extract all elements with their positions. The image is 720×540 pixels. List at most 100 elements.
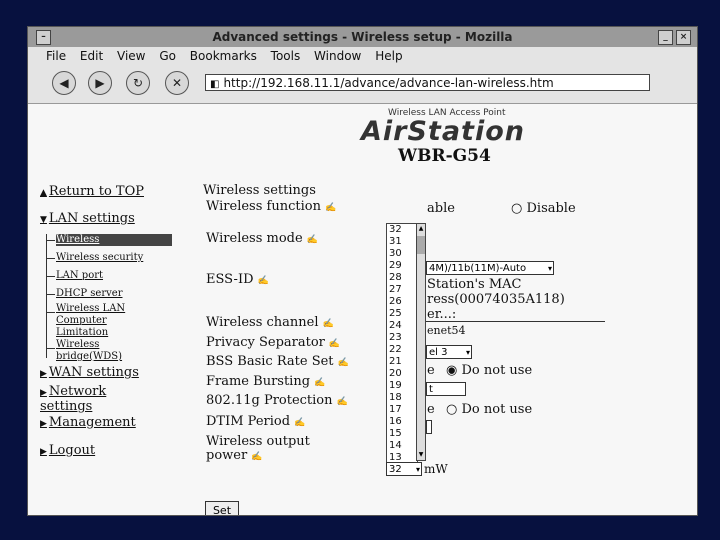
- nav-lan-settings-label: LAN settings: [48, 211, 135, 226]
- nav-network-settings-2[interactable]: settings: [40, 399, 92, 414]
- essid-option-line3: er...:: [427, 307, 457, 322]
- nav-lan-settings[interactable]: ▼ LAN settings: [40, 211, 135, 226]
- nav-wireless-lan[interactable]: Wireless LAN: [56, 303, 125, 315]
- protection-select[interactable]: [426, 420, 432, 434]
- radio-selected-icon[interactable]: ◉: [446, 363, 457, 378]
- back-arrow-icon: ◀: [59, 76, 69, 90]
- model-name: WBR-G54: [398, 146, 491, 166]
- menu-window[interactable]: Window: [314, 49, 361, 63]
- dropdown-option[interactable]: 25: [387, 308, 417, 320]
- scroll-thumb[interactable]: [417, 236, 425, 254]
- nav-management-label: Management: [48, 415, 136, 430]
- scroll-up-icon[interactable]: ▲: [417, 224, 425, 234]
- triangle-right-icon: ▶: [40, 388, 47, 398]
- help-icon[interactable]: ✍: [325, 203, 336, 213]
- help-icon[interactable]: ✍: [337, 397, 348, 407]
- set-button[interactable]: Set: [205, 501, 239, 515]
- nav-wireless-bridge[interactable]: Wireless: [56, 339, 99, 351]
- window-titlebar: – Advanced settings - Wireless setup - M…: [28, 27, 697, 48]
- menu-view[interactable]: View: [117, 49, 145, 63]
- close-window-button[interactable]: ×: [676, 30, 691, 45]
- frame-enable-option[interactable]: e: [427, 402, 435, 417]
- menu-bookmarks[interactable]: Bookmarks: [190, 49, 257, 63]
- help-icon[interactable]: ✍: [251, 452, 262, 462]
- essid-input[interactable]: enet54: [427, 324, 466, 337]
- forward-button[interactable]: ▶: [88, 71, 112, 95]
- dropdown-option[interactable]: 16: [387, 416, 417, 428]
- radio-button-icon[interactable]: ○: [446, 402, 457, 417]
- wireless-channel-select[interactable]: el 3 ▾: [426, 345, 472, 359]
- dropdown-option[interactable]: 28: [387, 272, 417, 284]
- nav-management[interactable]: ▶ Management: [40, 415, 136, 430]
- dropdown-option[interactable]: 21: [387, 356, 417, 368]
- menu-help[interactable]: Help: [375, 49, 402, 63]
- reload-icon: ↻: [132, 76, 144, 90]
- dropdown-option[interactable]: 20: [387, 368, 417, 380]
- help-icon[interactable]: ✍: [307, 235, 318, 245]
- wireless-function-enable-label: able: [427, 201, 455, 216]
- address-bar[interactable]: ◧ http://192.168.11.1/advance/advance-lan…: [205, 74, 650, 91]
- dropdown-option[interactable]: 17: [387, 404, 417, 416]
- nav-lan-port[interactable]: LAN port: [56, 270, 103, 282]
- dropdown-arrow-icon: ▾: [415, 465, 420, 474]
- menu-tools[interactable]: Tools: [271, 49, 301, 63]
- nav-network-settings[interactable]: ▶ Network: [40, 384, 106, 399]
- help-icon[interactable]: ✍: [338, 358, 349, 368]
- nav-logout[interactable]: ▶ Logout: [40, 443, 95, 458]
- privacy-enable-option[interactable]: e: [427, 363, 435, 378]
- dropdown-option[interactable]: 31: [387, 236, 417, 248]
- frame-do-not-use-option[interactable]: ○ Do not use: [446, 402, 532, 417]
- dropdown-option[interactable]: 27: [387, 284, 417, 296]
- nav-wan-settings-label: WAN settings: [48, 365, 139, 380]
- triangle-right-icon: ▶: [40, 447, 47, 457]
- menu-file[interactable]: File: [46, 49, 66, 63]
- window-menu-button[interactable]: –: [36, 30, 51, 45]
- scroll-down-icon[interactable]: ▼: [417, 450, 425, 460]
- output-power-dropdown-list[interactable]: 32 31 30 29 28 27 26 25 24 23 22 21 20 1…: [386, 223, 418, 463]
- dropdown-scrollbar[interactable]: ▲ ▼: [416, 223, 426, 461]
- help-icon[interactable]: ✍: [294, 418, 305, 428]
- reload-button[interactable]: ↻: [126, 71, 150, 95]
- help-icon[interactable]: ✍: [258, 276, 269, 286]
- dropdown-option[interactable]: 14: [387, 440, 417, 452]
- window-title: Advanced settings - Wireless setup - Moz…: [212, 30, 513, 44]
- help-icon[interactable]: ✍: [323, 319, 334, 329]
- help-icon[interactable]: ✍: [314, 378, 325, 388]
- dropdown-option[interactable]: 24: [387, 320, 417, 332]
- dropdown-arrow-icon: ▾: [547, 264, 552, 273]
- dropdown-option[interactable]: 23: [387, 332, 417, 344]
- essid-underline: [425, 321, 605, 322]
- dropdown-option[interactable]: 18: [387, 392, 417, 404]
- nav-wireless-security[interactable]: Wireless security: [56, 252, 143, 264]
- wireless-mode-select[interactable]: 4M)/11b(11M)-Auto ▾: [426, 261, 554, 275]
- output-power-select[interactable]: 32 ▾: [386, 462, 422, 476]
- minimize-button[interactable]: _: [658, 30, 673, 45]
- nav-wds[interactable]: bridge(WDS): [56, 351, 122, 363]
- dropdown-option[interactable]: 19: [387, 380, 417, 392]
- nav-logout-label: Logout: [48, 443, 96, 458]
- label-bss-basic-rate: BSS Basic Rate Set ✍: [206, 354, 349, 369]
- page-icon: ◧: [210, 79, 220, 90]
- dropdown-option[interactable]: 29: [387, 260, 417, 272]
- dropdown-option[interactable]: 30: [387, 248, 417, 260]
- menu-go[interactable]: Go: [159, 49, 176, 63]
- help-icon[interactable]: ✍: [329, 339, 340, 349]
- nav-wireless[interactable]: Wireless: [56, 234, 172, 246]
- nav-wan-settings[interactable]: ▶ WAN settings: [40, 365, 139, 380]
- wireless-function-disable-option[interactable]: ○ Disable: [511, 201, 576, 216]
- nav-dhcp-server[interactable]: DHCP server: [56, 288, 122, 300]
- bss-rate-select[interactable]: t: [426, 382, 466, 396]
- menu-edit[interactable]: Edit: [80, 49, 103, 63]
- dropdown-option[interactable]: 26: [387, 296, 417, 308]
- privacy-do-not-use-option[interactable]: ◉ Do not use: [446, 363, 532, 378]
- nav-computer[interactable]: Computer: [56, 315, 107, 327]
- dropdown-option[interactable]: 22: [387, 344, 417, 356]
- back-button[interactable]: ◀: [52, 71, 76, 95]
- nav-limitation[interactable]: Limitation: [56, 327, 108, 339]
- stop-button[interactable]: ✕: [165, 71, 189, 95]
- dropdown-option[interactable]: 32: [387, 224, 417, 236]
- dropdown-option[interactable]: 15: [387, 428, 417, 440]
- nav-tree-lines: [46, 234, 55, 358]
- nav-return-top[interactable]: ▲ Return to TOP: [40, 184, 144, 199]
- radio-button-icon[interactable]: ○: [511, 201, 522, 216]
